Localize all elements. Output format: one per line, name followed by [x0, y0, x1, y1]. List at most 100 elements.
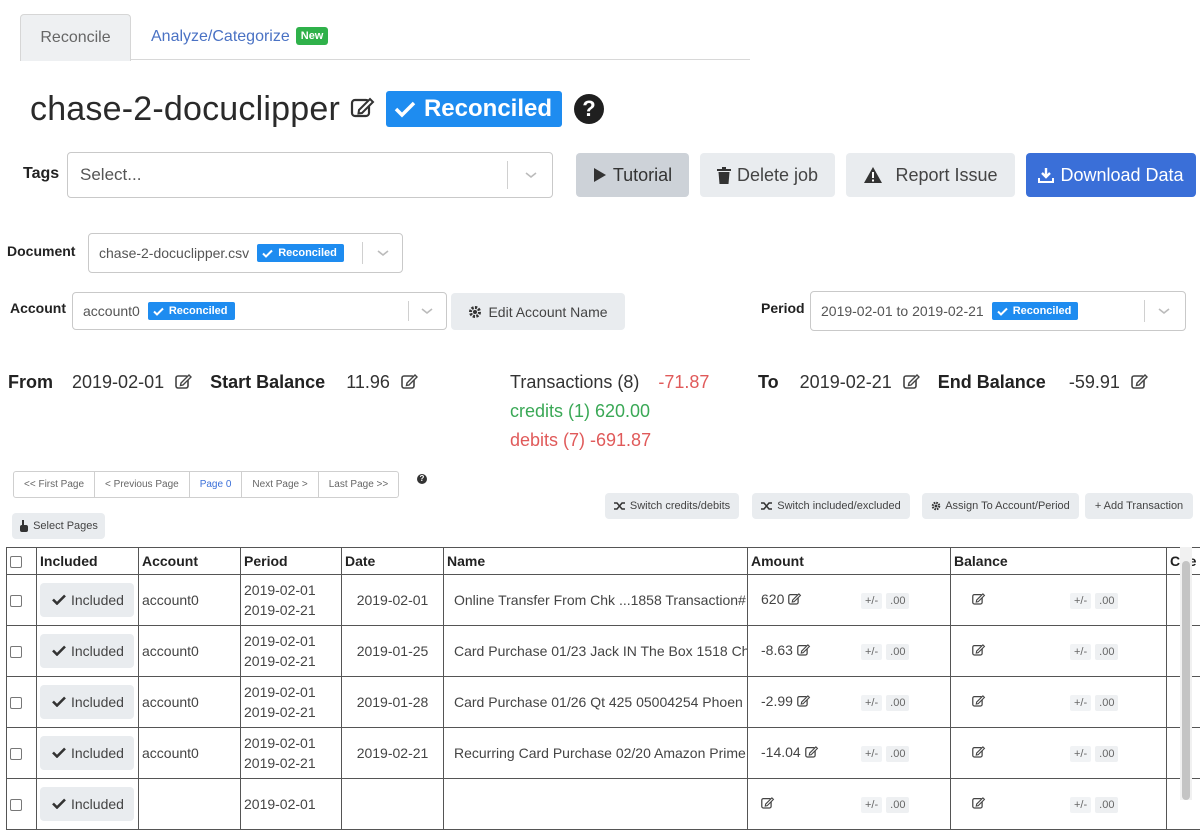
switch-included-excluded-button[interactable]: Switch included/excluded	[752, 493, 910, 519]
edit-to-icon[interactable]	[903, 373, 921, 394]
header-balance[interactable]: Balance	[951, 548, 1167, 575]
amount-decimals-button[interactable]: .00	[886, 797, 909, 813]
balance-decimals-button[interactable]: .00	[1095, 797, 1118, 813]
included-toggle-button[interactable]: Included	[40, 634, 134, 668]
assign-to-account-period-button[interactable]: Assign To Account/Period	[922, 493, 1079, 519]
period-cell[interactable]: 2019-02-01	[241, 779, 342, 830]
chevron-down-icon[interactable]	[376, 234, 390, 272]
amount-decimals-button[interactable]: .00	[886, 644, 909, 660]
chevron-down-icon[interactable]	[1157, 292, 1171, 330]
header-included[interactable]: Included	[37, 548, 139, 575]
tab-reconcile[interactable]: Reconcile	[20, 14, 131, 61]
help-icon[interactable]: ?	[574, 94, 604, 124]
date-cell[interactable]	[342, 779, 444, 830]
included-toggle-button[interactable]: Included	[40, 787, 134, 821]
period-select[interactable]: 2019-02-01 to 2019-02-21 Reconciled	[810, 291, 1186, 331]
edit-balance-icon[interactable]	[972, 643, 986, 659]
amount-decimals-button[interactable]: .00	[886, 746, 909, 762]
download-data-button[interactable]: Download Data	[1026, 153, 1196, 197]
included-toggle-button[interactable]: Included	[40, 583, 134, 617]
amount-value[interactable]: -8.63	[761, 642, 793, 658]
header-amount[interactable]: Amount	[748, 548, 951, 575]
row-checkbox[interactable]	[10, 748, 22, 760]
balance-decimals-button[interactable]: .00	[1095, 593, 1118, 609]
period-cell[interactable]: 2019-02-012019-02-21	[241, 728, 342, 779]
balance-sign-toggle[interactable]: +/-	[1070, 746, 1091, 762]
next-page-button[interactable]: Next Page >	[242, 472, 318, 497]
edit-from-icon[interactable]	[175, 373, 193, 394]
report-issue-button[interactable]: Report Issue	[846, 153, 1015, 197]
amount-sign-toggle[interactable]: +/-	[861, 797, 882, 813]
date-cell[interactable]: 2019-02-21	[342, 728, 444, 779]
balance-decimals-button[interactable]: .00	[1095, 695, 1118, 711]
balance-sign-toggle[interactable]: +/-	[1070, 644, 1091, 660]
date-cell[interactable]: 2019-01-28	[342, 677, 444, 728]
switch-credits-debits-button[interactable]: Switch credits/debits	[605, 493, 739, 519]
previous-page-button[interactable]: < Previous Page	[95, 472, 190, 497]
edit-amount-icon[interactable]	[797, 694, 811, 710]
name-cell[interactable]	[444, 779, 748, 830]
current-page-button[interactable]: Page 0	[190, 472, 243, 497]
row-checkbox[interactable]	[10, 646, 22, 658]
select-pages-button[interactable]: Select Pages	[12, 513, 105, 539]
tutorial-button[interactable]: Tutorial	[576, 153, 689, 197]
edit-balance-icon[interactable]	[972, 694, 986, 710]
pager-help-icon[interactable]: ?	[417, 474, 427, 484]
account-cell[interactable]: account0	[139, 575, 241, 626]
add-transaction-button[interactable]: + Add Transaction	[1085, 493, 1193, 519]
included-toggle-button[interactable]: Included	[40, 685, 134, 719]
amount-sign-toggle[interactable]: +/-	[861, 695, 882, 711]
header-name[interactable]: Name	[444, 548, 748, 575]
first-page-button[interactable]: << First Page	[14, 472, 95, 497]
amount-sign-toggle[interactable]: +/-	[861, 746, 882, 762]
amount-decimals-button[interactable]: .00	[886, 695, 909, 711]
period-cell[interactable]: 2019-02-012019-02-21	[241, 575, 342, 626]
balance-decimals-button[interactable]: .00	[1095, 644, 1118, 660]
account-select[interactable]: account0 Reconciled	[72, 292, 447, 330]
amount-sign-toggle[interactable]: +/-	[861, 644, 882, 660]
table-scrollbar[interactable]	[1180, 547, 1192, 800]
row-checkbox[interactable]	[10, 799, 22, 811]
edit-amount-icon[interactable]	[797, 643, 811, 659]
amount-value[interactable]: -2.99	[761, 693, 793, 709]
delete-job-button[interactable]: Delete job	[700, 153, 835, 197]
balance-sign-toggle[interactable]: +/-	[1070, 695, 1091, 711]
balance-sign-toggle[interactable]: +/-	[1070, 593, 1091, 609]
edit-balance-icon[interactable]	[972, 745, 986, 761]
name-cell[interactable]: Card Purchase 01/23 Jack IN The Box 1518…	[444, 626, 748, 677]
amount-sign-toggle[interactable]: +/-	[861, 593, 882, 609]
edit-end-balance-icon[interactable]	[1131, 373, 1149, 394]
header-period[interactable]: Period	[241, 548, 342, 575]
chevron-down-icon[interactable]	[420, 293, 434, 329]
row-checkbox[interactable]	[10, 697, 22, 709]
amount-value[interactable]: -14.04	[761, 744, 801, 760]
name-cell[interactable]: Online Transfer From Chk ...1858 Transac…	[444, 575, 748, 626]
included-toggle-button[interactable]: Included	[40, 736, 134, 770]
amount-decimals-button[interactable]: .00	[886, 593, 909, 609]
edit-amount-icon[interactable]	[761, 796, 775, 812]
header-account[interactable]: Account	[139, 548, 241, 575]
header-date[interactable]: Date	[342, 548, 444, 575]
edit-amount-icon[interactable]	[788, 592, 802, 608]
tags-select[interactable]: Select...	[67, 152, 553, 198]
last-page-button[interactable]: Last Page >>	[319, 472, 399, 497]
date-cell[interactable]: 2019-02-01	[342, 575, 444, 626]
edit-account-name-button[interactable]: Edit Account Name	[451, 293, 625, 330]
balance-sign-toggle[interactable]: +/-	[1070, 797, 1091, 813]
table-scrollbar-thumb[interactable]	[1182, 561, 1190, 800]
edit-balance-icon[interactable]	[972, 592, 986, 608]
edit-amount-icon[interactable]	[805, 745, 819, 761]
period-cell[interactable]: 2019-02-012019-02-21	[241, 626, 342, 677]
account-cell[interactable]: account0	[139, 728, 241, 779]
edit-balance-icon[interactable]	[972, 796, 986, 812]
chevron-down-icon[interactable]	[524, 153, 538, 197]
account-cell[interactable]	[139, 779, 241, 830]
document-select[interactable]: chase-2-docuclipper.csv Reconciled	[88, 233, 403, 273]
tab-analyze-categorize[interactable]: Analyze/CategorizeNew	[151, 14, 328, 61]
period-cell[interactable]: 2019-02-012019-02-21	[241, 677, 342, 728]
edit-start-balance-icon[interactable]	[401, 373, 419, 394]
account-cell[interactable]: account0	[139, 626, 241, 677]
name-cell[interactable]: Card Purchase 01/26 Qt 425 05004254 Phoe…	[444, 677, 748, 728]
name-cell[interactable]: Recurring Card Purchase 02/20 Amazon Pri…	[444, 728, 748, 779]
amount-value[interactable]: 620	[761, 591, 784, 607]
